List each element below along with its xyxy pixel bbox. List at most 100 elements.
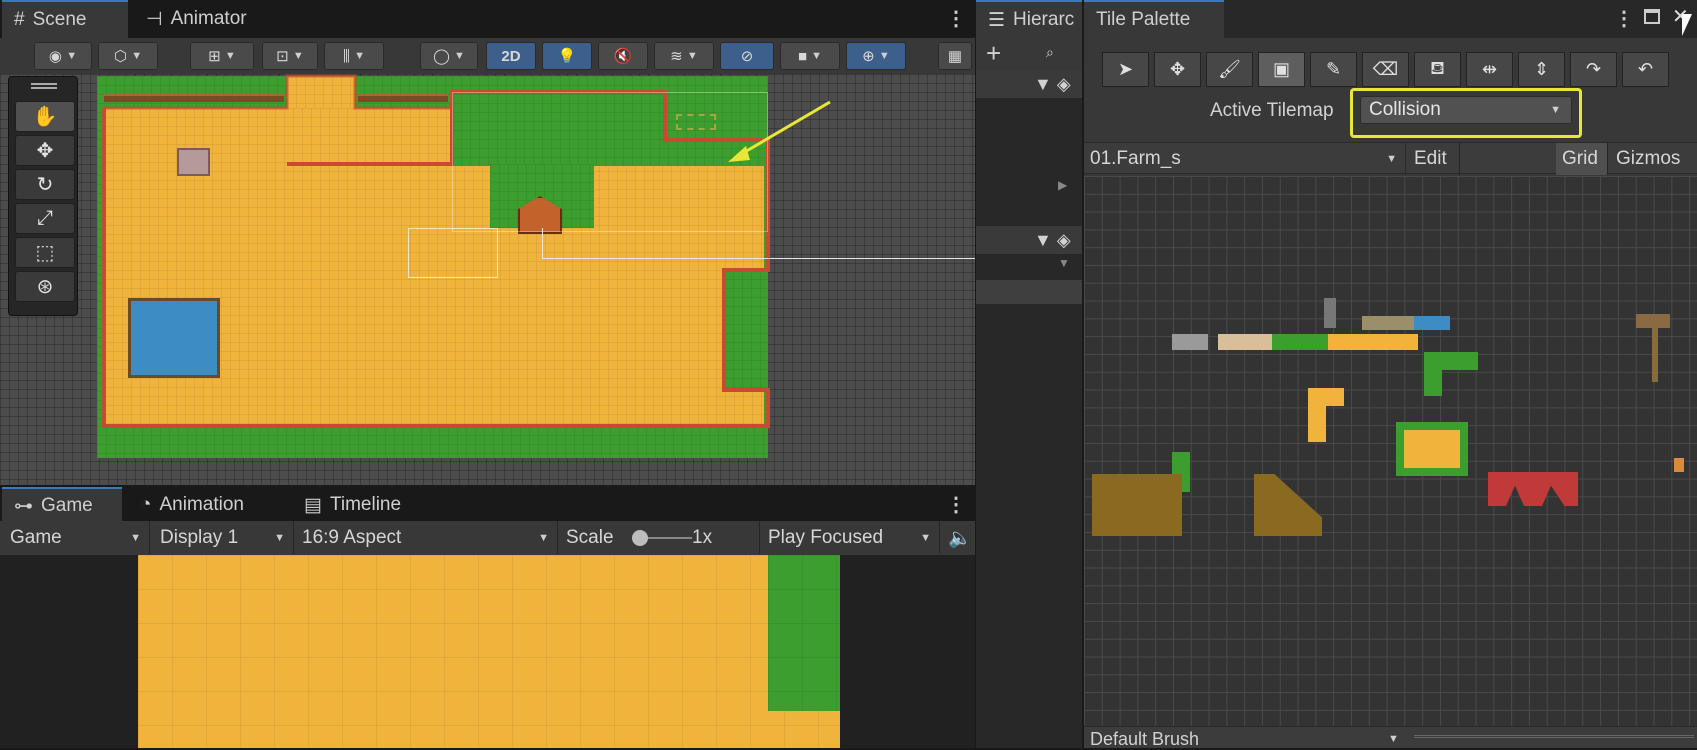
rotate-tool-button[interactable]: ↻ [15,169,75,200]
palette-tile[interactable] [1424,352,1478,370]
palette-tile[interactable] [1172,334,1208,350]
active-tilemap-dropdown[interactable]: Collision ▼ [1360,96,1572,124]
hand-tool-button[interactable]: ✋ [15,101,75,132]
palette-paint-button[interactable]: 🖌 [1206,52,1253,87]
palette-tile[interactable] [1328,334,1418,350]
mode-2d-button[interactable]: 2D [486,42,536,70]
chevron-down-icon: ▼ [538,531,549,544]
palette-tile[interactable] [1414,316,1450,330]
grid-toggle-button[interactable]: Grid [1556,143,1608,175]
scale-tool-button[interactable]: ⤢ [15,203,75,234]
palette-tile[interactable] [1636,314,1670,328]
play-mode-dropdown[interactable]: Play Focused ▼ [762,521,940,554]
tab-scene[interactable]: # Scene [2,0,128,38]
scene-more-icon[interactable]: ⋮ [946,6,966,31]
hierarchy-row[interactable]: ▼ [976,256,1082,276]
overlay-drag-handle[interactable] [31,83,57,89]
transform-tool-button[interactable]: ⊛ [15,271,75,302]
palette-tile[interactable] [1254,474,1322,536]
chevron-down-icon: ▼ [1550,104,1561,116]
hierarchy-row[interactable]: ▶ [976,178,1082,196]
scale-slider-handle[interactable] [632,530,648,546]
overlay-menu-button[interactable]: ▦ [938,42,972,70]
gizmos-toggle-button[interactable]: ⊕ ▼ [846,42,906,70]
scene-viewport[interactable]: ✋ ✥ ↻ ⤢ ⬚ ⊛ [0,74,975,485]
brush-label[interactable]: Default Brush [1090,729,1199,750]
palette-tile[interactable] [1218,334,1272,350]
chevron-down-icon[interactable]: ▼ [1388,733,1399,745]
palette-grid-area[interactable] [1084,176,1697,726]
palette-select-button[interactable]: ➤ [1102,52,1149,87]
scene-visibility-toggle-button[interactable]: ⊘ [720,42,774,70]
palette-fill-button[interactable]: ⛾ [1414,52,1461,87]
grid-visibility-button[interactable]: ⫼ ▼ [324,42,384,70]
rect-tool-button[interactable]: ⬚ [15,237,75,268]
game-viewport[interactable] [0,555,975,748]
hierarchy-row[interactable]: ▼ ◈ [976,226,1082,254]
increment-snap-button[interactable]: ⊡ ▼ [262,42,318,70]
snap-grid-icon: ⊞ [208,48,221,65]
pond-object[interactable] [128,298,220,378]
palette-more-icon[interactable]: ⋮ [1614,6,1634,31]
snap-grid-button[interactable]: ⊞ ▼ [190,42,254,70]
palette-flip-y-button[interactable]: ⇕ [1518,52,1565,87]
hierarchy-toolbar: + ⌕ [976,38,1082,70]
hierarchy-row[interactable] [976,280,1082,304]
tab-hierarchy[interactable]: ☰ Hierarc [976,0,1082,38]
game-more-icon[interactable]: ⋮ [946,492,966,517]
eye-slash-icon: ⊘ [740,48,754,65]
palette-tile[interactable] [1308,388,1344,406]
tile-palette-window: Tile Palette ⋮ ✕ ➤ ✥ 🖌 ▣ ✎ ⌫ ⛾ ⇹ ⇕ ↷ ↶ A… [1082,0,1697,750]
display-dropdown[interactable]: Display 1 ▼ [154,521,294,554]
picker-icon: ✎ [1325,59,1342,79]
scene-visibility-button[interactable]: ⬡ ▼ [98,42,158,70]
expand-arrow-icon: ▼ [1058,256,1070,270]
palette-box-fill-button[interactable]: ▣ [1258,52,1305,87]
search-icon[interactable]: ⌕ [1046,44,1054,61]
move-tool-button[interactable]: ✥ [15,135,75,166]
active-tilemap-value: Collision [1369,99,1441,120]
palette-eraser-button[interactable]: ⌫ [1362,52,1409,87]
palette-tile[interactable] [1308,406,1326,442]
palette-tile[interactable] [1652,328,1658,382]
palette-tile[interactable] [1424,370,1442,396]
palette-tile[interactable] [1404,430,1460,468]
palette-tile[interactable] [1488,472,1578,506]
palette-flip-x-button[interactable]: ⇹ [1466,52,1513,87]
palette-rotate-cw-button[interactable]: ↷ [1570,52,1617,87]
grid-label: Grid [1562,148,1598,169]
effects-button[interactable]: ≋ ▼ [654,42,714,70]
hierarchy-panel: ☰ Hierarc + ⌕ ▼ ◈ ▶ ▼ ◈ ▼ [976,0,1082,748]
shading-mode-button[interactable]: ◯ ▼ [420,42,478,70]
edit-button[interactable]: Edit [1408,143,1460,175]
palette-dropdown[interactable]: 01.Farm_s ▼ [1084,143,1406,175]
palette-tile[interactable] [1272,334,1328,350]
tab-game[interactable]: ⊶ Game [2,487,122,523]
palette-name: 01.Farm_s [1090,148,1181,169]
add-object-button[interactable]: + [986,38,1001,69]
tab-animation[interactable]: ◔ Animation [128,487,256,523]
palette-tile[interactable] [1092,474,1182,536]
palette-tile[interactable] [1674,458,1684,472]
grid-icon: # [14,9,25,30]
transform-icon: ⊛ [36,276,54,298]
palette-rotate-ccw-button[interactable]: ↶ [1622,52,1669,87]
tab-animator[interactable]: ⊣ Animator [134,0,259,38]
hierarchy-row[interactable]: ▼ ◈ [976,70,1082,98]
palette-tile[interactable] [1324,298,1336,328]
camera-settings-button[interactable]: ■ ▼ [780,42,840,70]
aspect-dropdown[interactable]: 16:9 Aspect ▼ [296,521,558,554]
audio-mute-button[interactable]: 🔈 [942,521,972,554]
crate-object[interactable] [177,148,210,176]
audio-toggle-button[interactable]: 🔇 [598,42,648,70]
tab-tile-palette[interactable]: Tile Palette [1084,0,1224,38]
palette-picker-button[interactable]: ✎ [1310,52,1357,87]
gizmos-toggle-button[interactable]: Gizmos [1610,143,1696,175]
gizmo-draw-mode-button[interactable]: ◉ ▼ [34,42,92,70]
camera-icon: ■ [797,47,807,65]
tab-timeline[interactable]: ▤ Timeline [292,487,413,523]
game-view-dropdown[interactable]: Game ▼ [4,521,150,554]
palette-move-button[interactable]: ✥ [1154,52,1201,87]
lighting-toggle-button[interactable]: 💡 [542,42,592,70]
maximize-icon[interactable] [1644,9,1660,24]
